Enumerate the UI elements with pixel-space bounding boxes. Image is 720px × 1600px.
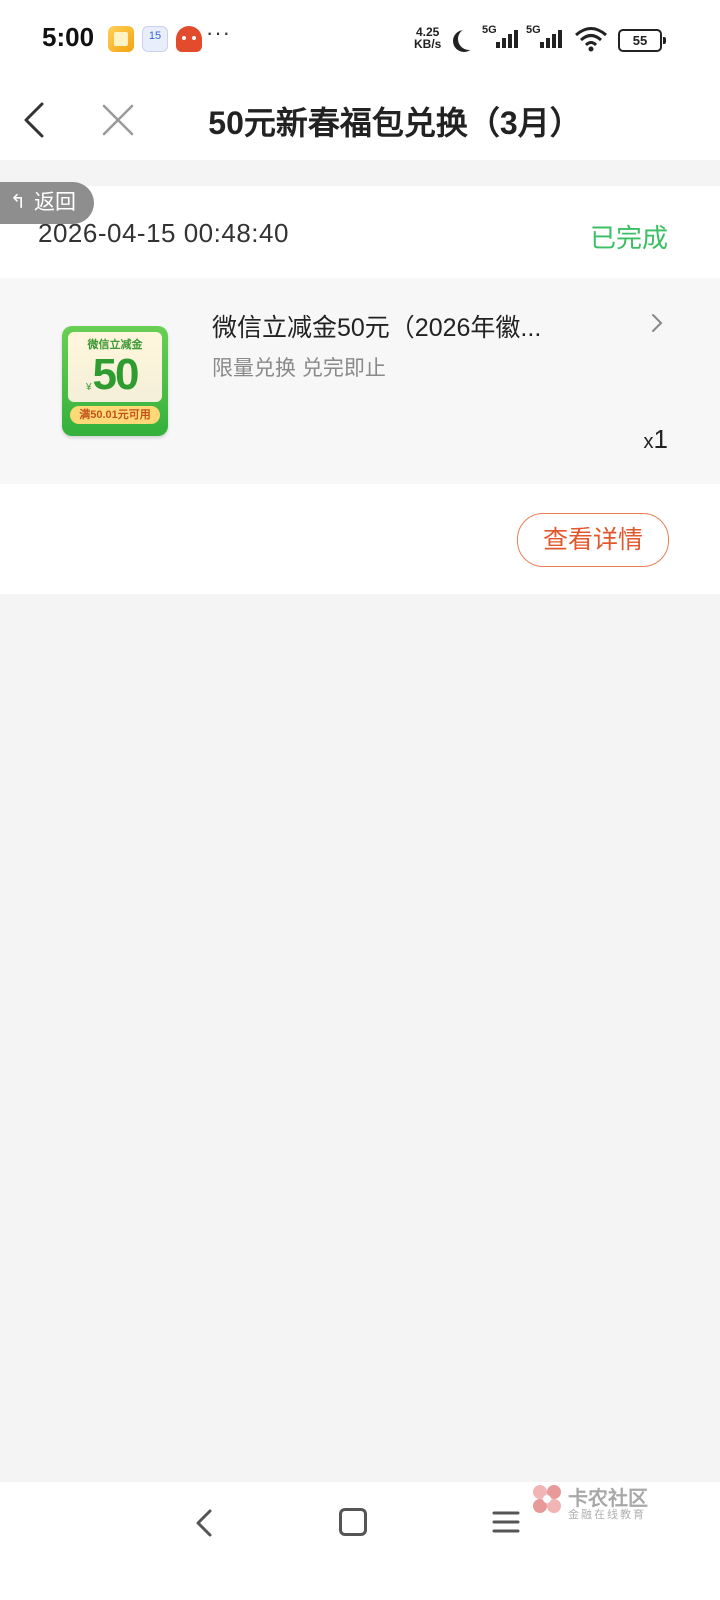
watermark: 卡农社区 金融在线教育: [530, 1482, 660, 1522]
view-details-button[interactable]: 查看详情: [517, 513, 669, 567]
coupon-amount: 50: [92, 350, 140, 399]
sim1-label: 5G: [482, 24, 497, 36]
kanong-logo-icon: [533, 1485, 561, 1513]
quantity-value: 1: [653, 424, 668, 454]
coupon-currency: ¥: [86, 382, 92, 393]
coupon-image: 微信立减金 50 ¥ 满50.01元可用: [62, 326, 168, 436]
nav-bar: 50元新春福包兑换（3月）: [0, 80, 720, 160]
robot-app-icon: [176, 26, 202, 52]
moon-icon: [458, 28, 480, 50]
reply-arrow-icon: ↰: [10, 192, 26, 213]
sim2-label: 5G: [526, 24, 541, 36]
signal-icon: 5G: [482, 24, 520, 50]
page-title: 50元新春福包兑换（3月）: [208, 105, 582, 141]
more-notifications-icon: ···: [206, 20, 231, 45]
net-speed-unit: KB/s: [414, 37, 442, 51]
coupon-condition: 满50.01元可用: [70, 406, 160, 424]
item-subtitle: 限量兑换 兑完即止: [212, 357, 386, 380]
calendar-app-icon: 15: [142, 26, 168, 52]
menu-icon[interactable]: [492, 1510, 520, 1534]
quantity-prefix: x: [643, 431, 654, 453]
signal-icon: 5G: [526, 24, 564, 50]
back-icon[interactable]: [190, 1508, 220, 1538]
item-name[interactable]: 微信立减金50元（2026年徽...: [212, 308, 572, 344]
status-bar: 5:00 15 ··· 4.25 KB/s 5G 5G 55: [0, 0, 720, 80]
floating-back-button[interactable]: ↰ 返回: [0, 182, 94, 224]
battery-icon: 55: [618, 29, 666, 52]
home-icon[interactable]: [339, 1508, 367, 1536]
chevron-right-icon[interactable]: [648, 312, 666, 334]
order-status: 已完成: [589, 223, 668, 253]
wifi-icon: [575, 27, 607, 52]
watermark-subtitle: 金融在线教育: [568, 1509, 646, 1521]
back-label: 返回: [34, 191, 76, 214]
notes-app-icon: [108, 26, 134, 52]
net-speed: 4.25 KB/s: [414, 26, 441, 50]
item-quantity: x1: [644, 424, 668, 455]
status-time: 5:00: [42, 22, 95, 52]
